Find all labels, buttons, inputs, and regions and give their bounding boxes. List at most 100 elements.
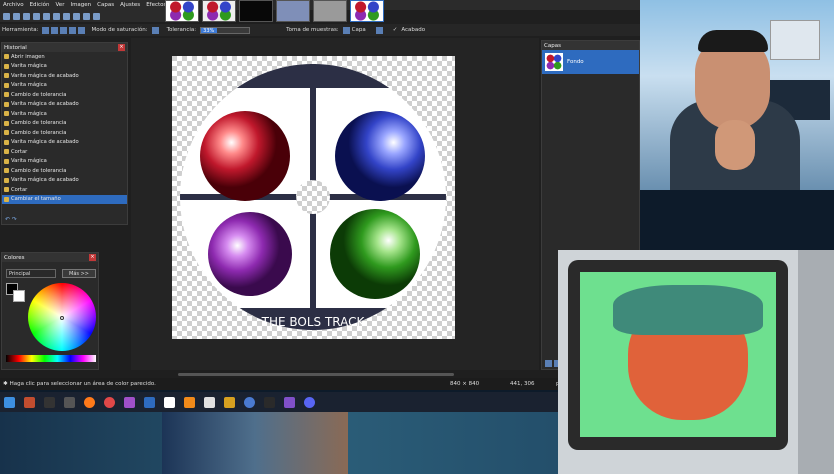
- color-wheel[interactable]: [28, 283, 96, 351]
- undo-icon[interactable]: [83, 12, 90, 20]
- start-icon[interactable]: [4, 396, 15, 408]
- selection-add-icon[interactable]: [60, 26, 68, 34]
- history-item[interactable]: Varita mágica de acabado: [2, 176, 127, 186]
- history-item[interactable]: Cambio de tolerancia: [2, 128, 127, 138]
- history-item-label: Varita mágica: [11, 82, 47, 89]
- selection-intersect-icon[interactable]: [78, 26, 86, 34]
- crop-icon[interactable]: [73, 12, 80, 20]
- image-tab-2[interactable]: [202, 0, 236, 22]
- history-step-icon: [4, 101, 9, 107]
- copy-icon[interactable]: [53, 12, 60, 20]
- history-item[interactable]: Cambio de tolerancia: [2, 119, 127, 129]
- blend-icon[interactable]: [375, 26, 383, 34]
- history-step-icon: [4, 139, 9, 145]
- history-item-label: Varita mágica de acabado: [11, 139, 79, 146]
- new-icon[interactable]: [3, 12, 10, 20]
- video-thumbnail: [162, 412, 348, 474]
- app-icon-2[interactable]: [44, 396, 55, 408]
- app-icon-5[interactable]: [164, 396, 175, 408]
- menu-edicion[interactable]: Edición: [30, 2, 50, 8]
- acabado-check-icon[interactable]: ✓: [393, 27, 398, 33]
- menu-archivo[interactable]: Archivo: [3, 2, 24, 8]
- history-list: Abrir imagen Varita mágica Varita mágica d…: [2, 52, 127, 204]
- history-item[interactable]: Abrir imagen: [2, 52, 127, 62]
- color-mode-select[interactable]: Principal: [6, 269, 56, 278]
- history-step-icon: [4, 111, 9, 117]
- menu-efectos[interactable]: Efectos: [146, 2, 166, 8]
- menu-ver[interactable]: Ver: [55, 2, 64, 8]
- app-icon-9[interactable]: [284, 396, 295, 408]
- obs-icon[interactable]: [264, 396, 275, 408]
- red-ball: [200, 111, 290, 201]
- layer-row-fondo[interactable]: Fondo: [542, 50, 639, 74]
- layer-name: Fondo: [567, 59, 584, 65]
- app-icon-7[interactable]: [224, 396, 235, 408]
- history-close-icon[interactable]: ×: [118, 44, 125, 51]
- history-item[interactable]: Cambio de tolerancia: [2, 90, 127, 100]
- app-icon-1[interactable]: [24, 396, 35, 408]
- paint-net-icon[interactable]: [144, 396, 155, 408]
- history-undo-redo[interactable]: ↶ ↷: [5, 216, 17, 223]
- tolerance-value: 33%: [203, 27, 215, 34]
- secondary-color-swatch[interactable]: [13, 290, 25, 302]
- history-item[interactable]: Cambiar el tamaño: [2, 194, 127, 204]
- print-icon[interactable]: [33, 12, 40, 20]
- history-step-icon: [4, 63, 9, 69]
- history-item[interactable]: Varita mágica de acabado: [2, 71, 127, 81]
- image-tab-5[interactable]: [313, 0, 347, 22]
- image-tab-6-active[interactable]: [350, 0, 384, 22]
- history-step-icon: [4, 177, 9, 183]
- layer-icon[interactable]: [342, 26, 350, 34]
- magic-wand-icon[interactable]: [42, 26, 50, 34]
- history-item[interactable]: Varita mágica de acabado: [2, 100, 127, 110]
- history-item-label: Cambio de tolerancia: [11, 91, 67, 98]
- flood-mode-icon[interactable]: [151, 26, 159, 34]
- app-icon-3[interactable]: [104, 396, 115, 408]
- toma-value[interactable]: Capa: [352, 27, 366, 33]
- file-explorer-icon[interactable]: [64, 396, 75, 408]
- history-item[interactable]: Varita mágica: [2, 157, 127, 167]
- app-icon-8[interactable]: [244, 396, 255, 408]
- menu-imagen[interactable]: Imagen: [70, 2, 91, 8]
- firefox-icon[interactable]: [84, 396, 95, 408]
- herramienta-label: Herramienta:: [2, 27, 39, 33]
- menu-ajustes[interactable]: Ajustes: [120, 2, 140, 8]
- app-icon-4[interactable]: [124, 396, 135, 408]
- image-tab-1[interactable]: [165, 0, 199, 22]
- palette-strip[interactable]: [6, 355, 96, 362]
- history-item-label: Cambio de tolerancia: [11, 129, 67, 136]
- history-item[interactable]: Varita mágica: [2, 81, 127, 91]
- colors-close-icon[interactable]: ×: [89, 254, 96, 261]
- history-item[interactable]: Cortar: [2, 185, 127, 195]
- tolerance-slider[interactable]: 33%: [200, 26, 251, 34]
- discord-icon[interactable]: [304, 396, 315, 408]
- purple-ball: [208, 212, 292, 296]
- image-tab-3[interactable]: [239, 0, 273, 22]
- add-layer-icon[interactable]: [545, 360, 552, 367]
- vlc-icon[interactable]: [184, 396, 195, 408]
- history-item[interactable]: Varita mágica de acabado: [2, 138, 127, 148]
- history-item[interactable]: Varita mágica: [2, 62, 127, 72]
- cut-icon[interactable]: [43, 12, 50, 20]
- open-icon[interactable]: [13, 12, 20, 20]
- menu-capas[interactable]: Capas: [97, 2, 114, 8]
- selection-subtract-icon[interactable]: [69, 26, 77, 34]
- save-icon[interactable]: [23, 12, 30, 20]
- history-title: Historial: [4, 44, 27, 51]
- tolerancia-label: Tolerancia:: [166, 27, 197, 33]
- image-tab-4[interactable]: [276, 0, 310, 22]
- history-item-label: Varita mágica de acabado: [11, 101, 79, 108]
- horizontal-scrollbar[interactable]: [178, 373, 454, 376]
- history-item[interactable]: Varita mágica: [2, 109, 127, 119]
- history-step-icon: [4, 158, 9, 164]
- paste-icon[interactable]: [63, 12, 70, 20]
- selection-mode-icon[interactable]: [51, 26, 59, 34]
- history-item[interactable]: Cambio de tolerancia: [2, 166, 127, 176]
- redo-icon[interactable]: [93, 12, 100, 20]
- colors-panel: Colores × Principal Más >>: [1, 252, 99, 370]
- app-icon-6[interactable]: [204, 396, 215, 408]
- more-button[interactable]: Más >>: [62, 269, 96, 278]
- canvas-image[interactable]: THE BOLS TRACK: [172, 56, 455, 339]
- history-item[interactable]: Cortar: [2, 147, 127, 157]
- history-step-icon: [4, 187, 9, 193]
